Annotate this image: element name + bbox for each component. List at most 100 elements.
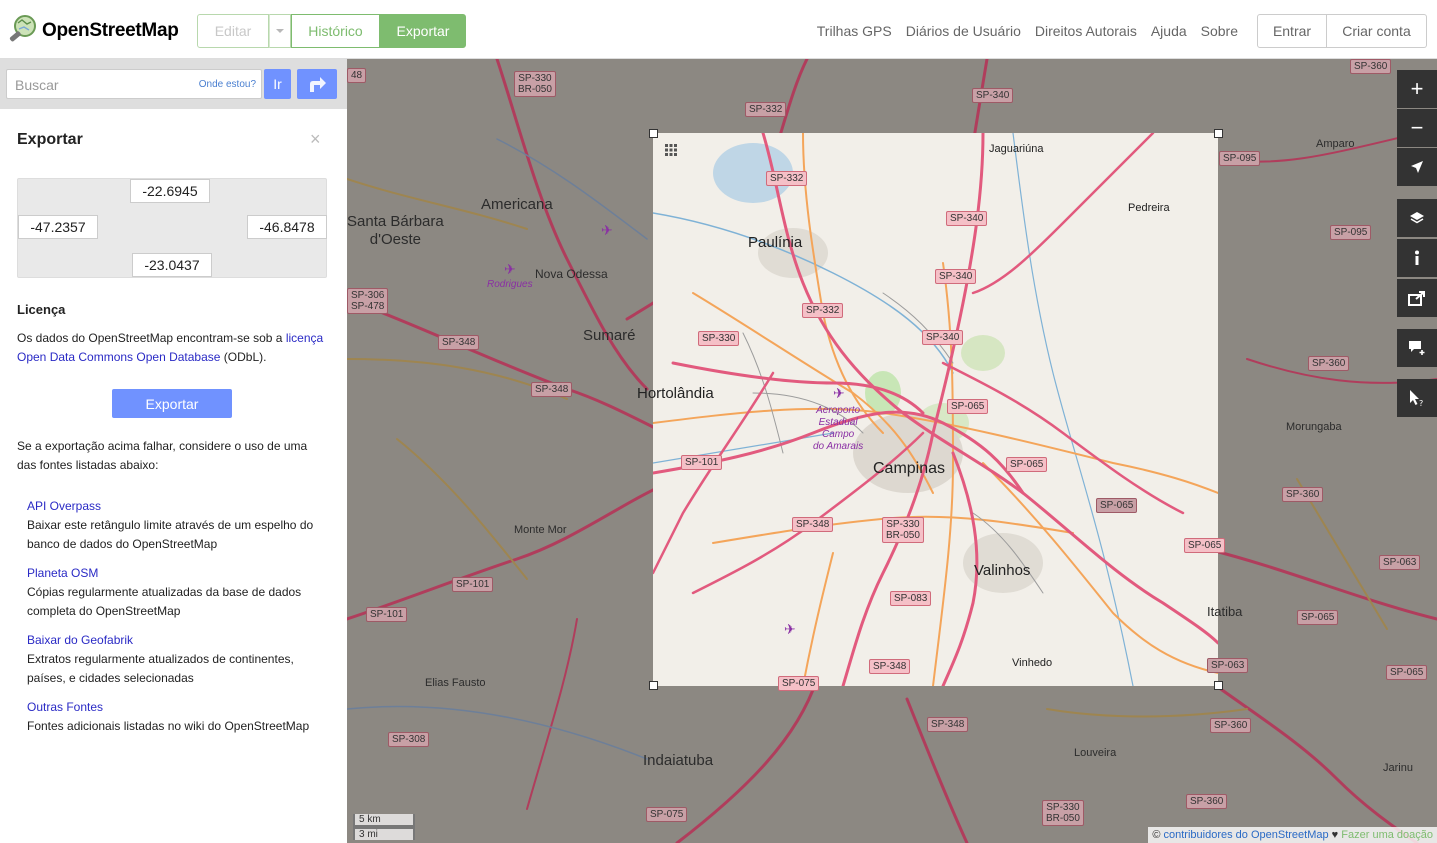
- search-bar: Onde estou? Ir: [0, 59, 347, 109]
- copyright-symbol: ©: [1152, 829, 1164, 841]
- plus-icon: +: [1410, 76, 1424, 101]
- planet-osm-link[interactable]: Planeta OSM: [27, 564, 317, 583]
- overpass-link[interactable]: API Overpass: [27, 497, 317, 516]
- route-shield: SP-095: [1219, 151, 1261, 166]
- osm-logo-icon[interactable]: [7, 14, 37, 46]
- route-shield: SP-348: [927, 717, 969, 732]
- login-group: Entrar Criar conta: [1257, 14, 1427, 48]
- export-sources-list: API Overpass Baixar este retângulo limit…: [27, 497, 317, 746]
- donate-link[interactable]: Fazer uma doação: [1341, 829, 1433, 841]
- place-label: Elias Fausto: [425, 677, 486, 689]
- share-icon: [1408, 291, 1425, 306]
- query-cursor-icon: ?: [1410, 390, 1423, 407]
- route-shield: SP-332: [745, 102, 787, 117]
- header: OpenStreetMap Editar Histórico Exportar …: [0, 0, 1437, 59]
- place-label: Jaguariúna: [989, 143, 1044, 155]
- place-label: Valinhos: [974, 562, 1031, 579]
- route-shield: SP-360: [1210, 718, 1252, 733]
- nav-copyright[interactable]: Direitos Autorais: [1035, 23, 1137, 39]
- zoom-out-button[interactable]: −: [1397, 109, 1437, 147]
- route-shield: SP-332: [766, 171, 808, 186]
- directions-icon: [310, 77, 326, 92]
- nav-user-diaries[interactable]: Diários de Usuário: [906, 23, 1021, 39]
- license-text: Os dados do OpenStreetMap encontram-se s…: [17, 329, 327, 367]
- edit-button-group: Editar Histórico Exportar: [197, 14, 466, 48]
- secondary-nav: Trilhas GPS Diários de Usuário Direitos …: [817, 23, 1238, 39]
- list-item: API Overpass Baixar este retângulo limit…: [27, 497, 317, 554]
- nav-about[interactable]: Sobre: [1201, 23, 1238, 39]
- resize-handle-ne[interactable]: [1214, 129, 1223, 138]
- search-field: Onde estou?: [6, 69, 262, 99]
- resize-handle-nw[interactable]: [649, 129, 658, 138]
- route-shield: SP-065: [1297, 610, 1339, 625]
- move-handle-icon[interactable]: [664, 143, 678, 157]
- west-field[interactable]: -47.2357: [18, 215, 98, 239]
- close-icon[interactable]: ×: [310, 129, 321, 150]
- login-button[interactable]: Entrar: [1257, 14, 1327, 48]
- north-field[interactable]: -22.6945: [130, 179, 210, 203]
- route-shield: SP-063: [1379, 555, 1421, 570]
- edit-dropdown-button[interactable]: [269, 14, 291, 48]
- signup-button[interactable]: Criar conta: [1327, 14, 1427, 48]
- layers-button[interactable]: [1397, 199, 1437, 237]
- list-item: Baixar do Geofabrik Extratos regularment…: [27, 631, 317, 688]
- route-shield: SP-340: [935, 269, 977, 284]
- place-label: Rodrigues: [487, 279, 533, 290]
- place-label: Indaiatuba: [643, 752, 714, 769]
- route-shield: SP-330 BR-050: [882, 517, 924, 543]
- route-shield: SP-065: [1096, 498, 1138, 513]
- share-button[interactable]: [1397, 279, 1437, 317]
- east-field[interactable]: -46.8478: [247, 215, 327, 239]
- route-shield: SP-340: [972, 88, 1014, 103]
- brand-title[interactable]: OpenStreetMap: [42, 20, 179, 42]
- export-tab-button[interactable]: Exportar: [380, 14, 466, 48]
- place-label: Sumaré: [583, 327, 636, 344]
- locate-button[interactable]: [1397, 148, 1437, 186]
- resize-handle-sw[interactable]: [649, 681, 658, 690]
- license-text-start: Os dados do OpenStreetMap encontram-se s…: [17, 331, 286, 345]
- contributors-link[interactable]: contribuidores do OpenStreetMap: [1164, 829, 1329, 841]
- go-button[interactable]: Ir: [264, 69, 291, 99]
- search-input[interactable]: [13, 76, 197, 94]
- route-shield: SP-348: [792, 517, 834, 532]
- svg-text:?: ?: [1419, 399, 1423, 407]
- route-shield: SP-065: [1386, 665, 1428, 680]
- route-shield: SP-340: [946, 211, 988, 226]
- resize-handle-se[interactable]: [1214, 681, 1223, 690]
- list-item: Planeta OSM Cópias regularmente atualiza…: [27, 564, 317, 621]
- route-shield: SP-340: [922, 330, 964, 345]
- route-shield: SP-308: [388, 732, 430, 747]
- route-shield: SP-095: [1330, 225, 1372, 240]
- map[interactable]: ✈ ✈ ✈ ✈ Americana Santa Bárbara d'Oeste …: [347, 59, 1437, 843]
- route-shield: SP-330 BR-050: [514, 71, 556, 97]
- directions-button[interactable]: [297, 69, 337, 99]
- route-shield: SP-083: [890, 591, 932, 606]
- geofabrik-link[interactable]: Baixar do Geofabrik: [27, 631, 317, 650]
- edit-button[interactable]: Editar: [197, 14, 269, 48]
- nav-help[interactable]: Ajuda: [1151, 23, 1187, 39]
- query-features-button[interactable]: ?: [1397, 379, 1437, 417]
- export-button[interactable]: Exportar: [112, 389, 232, 418]
- map-key-button[interactable]: [1397, 239, 1437, 277]
- add-note-button[interactable]: [1397, 329, 1437, 367]
- other-sources-link[interactable]: Outras Fontes: [27, 698, 317, 717]
- route-shield: SP-101: [366, 607, 408, 622]
- route-shield: SP-360: [1308, 356, 1350, 371]
- airport-icon: ✈: [784, 621, 796, 637]
- where-am-i-link[interactable]: Onde estou?: [199, 79, 256, 90]
- place-label: Morungaba: [1286, 421, 1342, 433]
- history-button[interactable]: Histórico: [291, 14, 380, 48]
- attribution: © contribuidores do OpenStreetMap ♥ Faze…: [1148, 827, 1437, 843]
- source-description: Extratos regularmente atualizados de con…: [27, 652, 294, 685]
- airport-icon: ✈: [601, 222, 613, 238]
- license-text-end: (ODbL).: [220, 350, 267, 364]
- route-shield: SP-075: [778, 676, 820, 691]
- route-shield: SP-101: [452, 577, 494, 592]
- south-field[interactable]: -23.0437: [132, 253, 212, 277]
- nav-gps-traces[interactable]: Trilhas GPS: [817, 23, 892, 39]
- heart-icon: ♥: [1328, 829, 1342, 841]
- sidebar: Onde estou? Ir Exportar × -22.6945 -47.2…: [0, 59, 347, 843]
- zoom-in-button[interactable]: +: [1397, 70, 1437, 108]
- route-shield: SP-360: [1282, 487, 1324, 502]
- export-selection-area[interactable]: [651, 131, 1220, 688]
